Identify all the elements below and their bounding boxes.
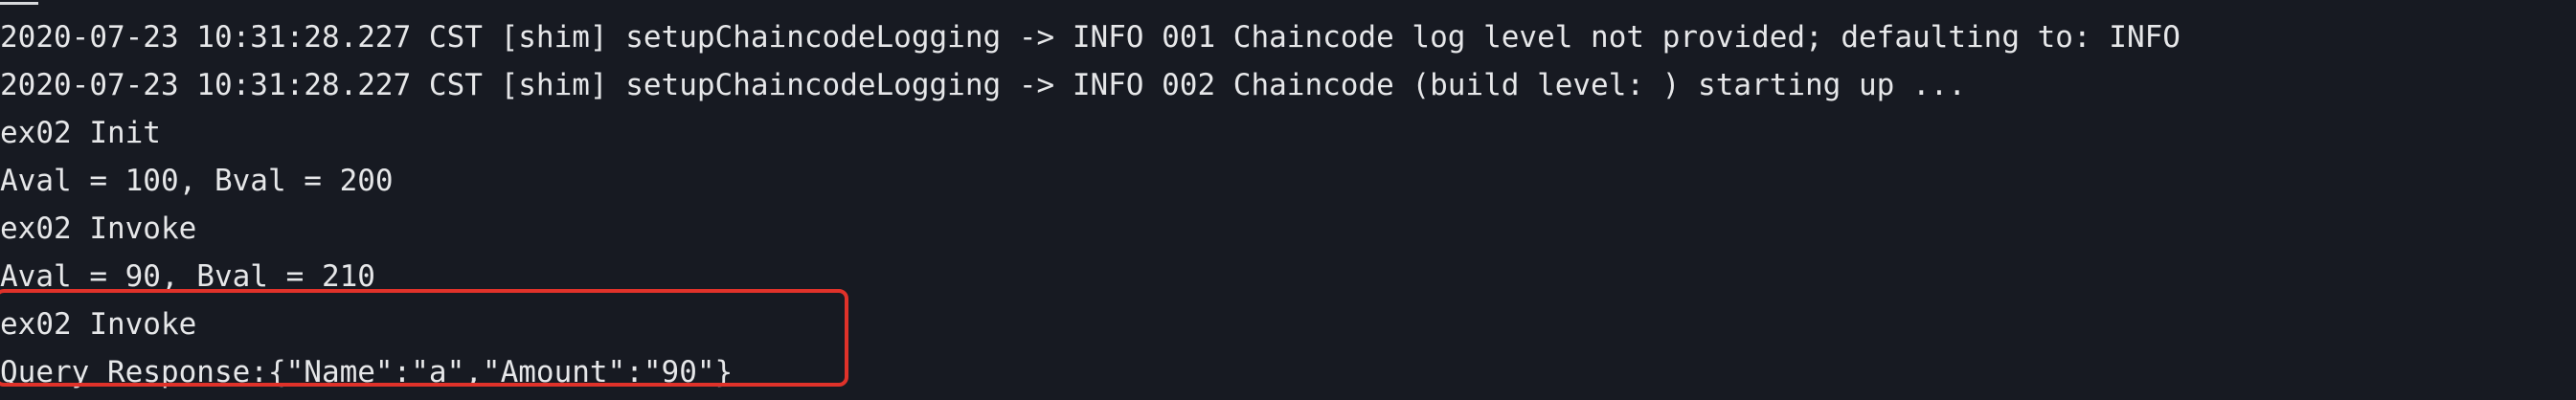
output-line-init: ex02 Init bbox=[0, 116, 161, 150]
log-line-2: 2020-07-23 10:31:28.227 CST [shim] setup… bbox=[0, 68, 1966, 102]
log-line-1: 2020-07-23 10:31:28.227 CST [shim] setup… bbox=[0, 20, 2181, 55]
clipped-previous-line bbox=[0, 0, 38, 5]
red-highlight-box bbox=[0, 289, 848, 387]
output-line-invoke-1: ex02 Invoke bbox=[0, 211, 197, 246]
output-line-init-values: Aval = 100, Bval = 200 bbox=[0, 164, 394, 198]
terminal-window[interactable]: 2020-07-23 10:31:28.227 CST [shim] setup… bbox=[0, 0, 2576, 400]
